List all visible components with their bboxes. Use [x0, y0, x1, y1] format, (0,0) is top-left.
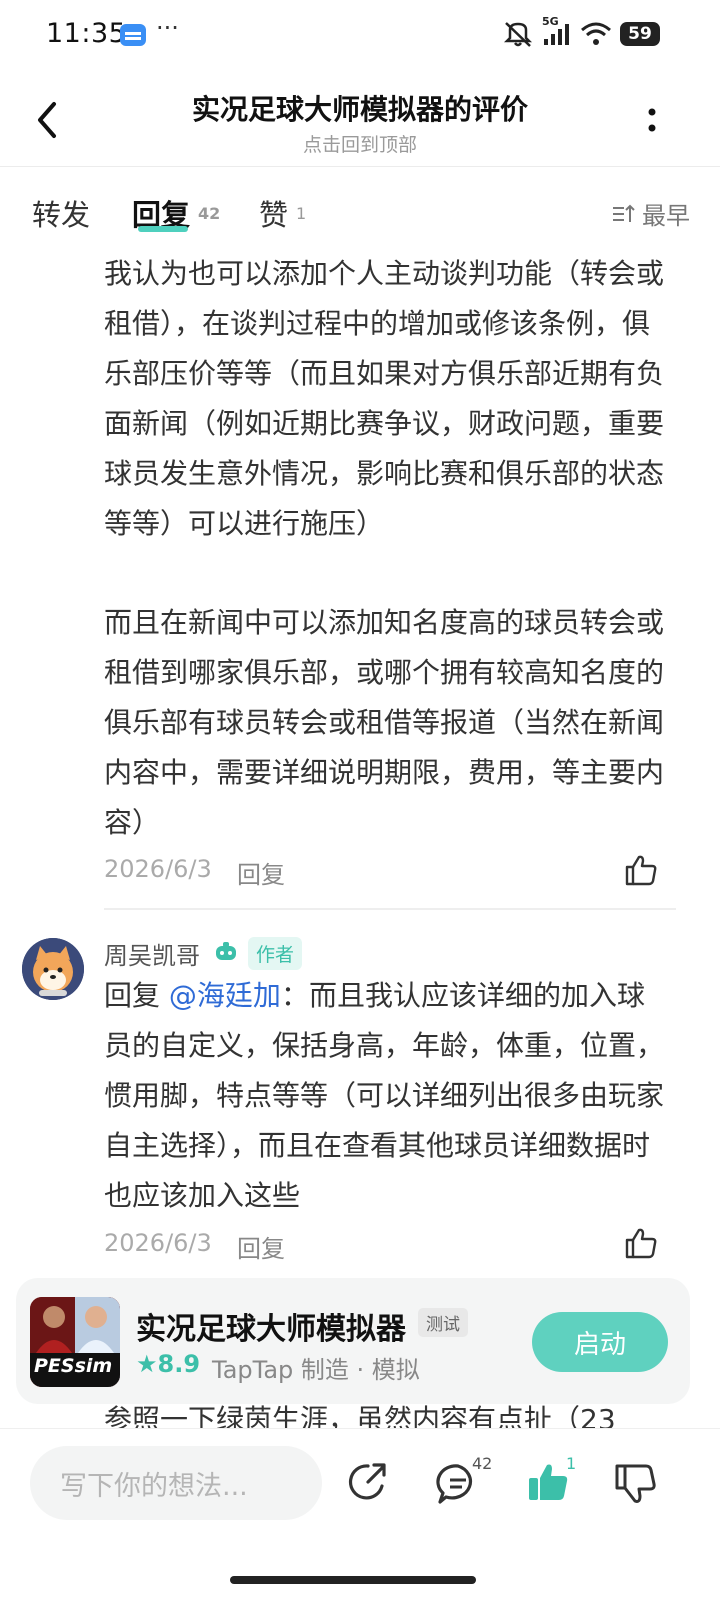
active-tab-indicator	[138, 226, 188, 232]
reply-reply-button[interactable]: 回复	[237, 1229, 285, 1264]
next-comment-peek: 参照一下绿茵生涯，虽然内容有点扯（23	[104, 1403, 616, 1428]
share-icon[interactable]	[346, 1460, 390, 1504]
comment-count: 42	[472, 1454, 493, 1473]
game-name[interactable]: 实况足球大师模拟器	[136, 1304, 406, 1348]
comment-date: 2026/6/3	[104, 855, 212, 883]
header-divider	[0, 166, 720, 167]
tab-likes-label: 赞	[259, 198, 289, 232]
author-name[interactable]: 周吴凯哥	[104, 936, 200, 971]
wallet-notification-icon	[120, 24, 146, 46]
more-notifications-icon: ···	[156, 14, 179, 42]
comment-text-2: 而且在新闻中可以添加知名度高的球员转会或租借到哪家俱乐部，或哪个拥有较高知名度的…	[104, 606, 665, 839]
thumbs-up-icon[interactable]	[624, 1226, 658, 1260]
game-rating-value: 8.9	[157, 1350, 201, 1378]
reply-body: ：而且我认应该详细的加入球员的自定义，保括身高，年龄，体重，位置，惯用脚，特点等…	[104, 979, 665, 1212]
wifi-icon	[581, 22, 611, 45]
star-icon: ★	[136, 1350, 158, 1378]
author-badge: 作者	[248, 937, 303, 970]
tab-forward[interactable]: 转发	[32, 192, 90, 234]
comment-divider	[104, 908, 676, 910]
game-meta: TapTap 制造 · 模拟	[212, 1356, 420, 1384]
comment-input[interactable]: 写下你的想法...	[30, 1446, 322, 1520]
game-rating: ★8.9	[136, 1350, 200, 1378]
sort-label: 最早	[642, 202, 690, 230]
battery-indicator: 59	[620, 22, 660, 46]
launch-button[interactable]: 启动	[532, 1312, 668, 1372]
game-cover[interactable]: PESsim	[30, 1297, 120, 1387]
game-cover-logo: PESsim	[34, 1355, 113, 1377]
tab-likes-count: 1	[296, 204, 307, 223]
back-to-top-hint[interactable]: 点击回到顶部	[0, 130, 720, 157]
sort-toggle[interactable]: 最早	[612, 196, 690, 231]
like-filled-icon[interactable]	[526, 1460, 570, 1504]
status-time: 11:35	[46, 18, 127, 49]
more-options-icon[interactable]	[640, 104, 664, 138]
shiba-avatar-icon	[22, 938, 84, 1000]
page-title[interactable]: 实况足球大师模拟器的评价	[0, 88, 720, 128]
tab-forward-label: 转发	[32, 198, 91, 232]
sort-icon	[613, 204, 635, 222]
like-count: 1	[566, 1454, 577, 1473]
home-indicator[interactable]	[230, 1576, 476, 1584]
mute-icon	[503, 22, 533, 47]
game-test-tag: 测试	[418, 1308, 468, 1337]
comment-reply-button[interactable]: 回复	[237, 855, 285, 890]
tab-likes[interactable]: 赞1	[259, 192, 306, 234]
reply-prefix: 回复	[104, 979, 161, 1012]
thumbs-up-icon[interactable]	[624, 853, 658, 887]
tab-replies-count: 42	[198, 204, 221, 223]
avatar[interactable]	[22, 938, 84, 1000]
mention-link[interactable]: @海廷加	[169, 979, 281, 1012]
gamepad-badge-icon	[216, 942, 236, 960]
thumbs-down-icon[interactable]	[614, 1462, 658, 1506]
status-icons: 5G 59	[502, 15, 660, 48]
comment-text-1: 我认为也可以添加个人主动谈判功能（转会或租借），在谈判过程中的增加或修该条例，俱…	[104, 257, 665, 540]
network-type: 5G	[542, 15, 559, 28]
reply-text: 回复 @海廷加：而且我认应该详细的加入球员的自定义，保括身高，年龄，体重，位置，…	[104, 971, 664, 1221]
reply-date: 2026/6/3	[104, 1229, 212, 1257]
